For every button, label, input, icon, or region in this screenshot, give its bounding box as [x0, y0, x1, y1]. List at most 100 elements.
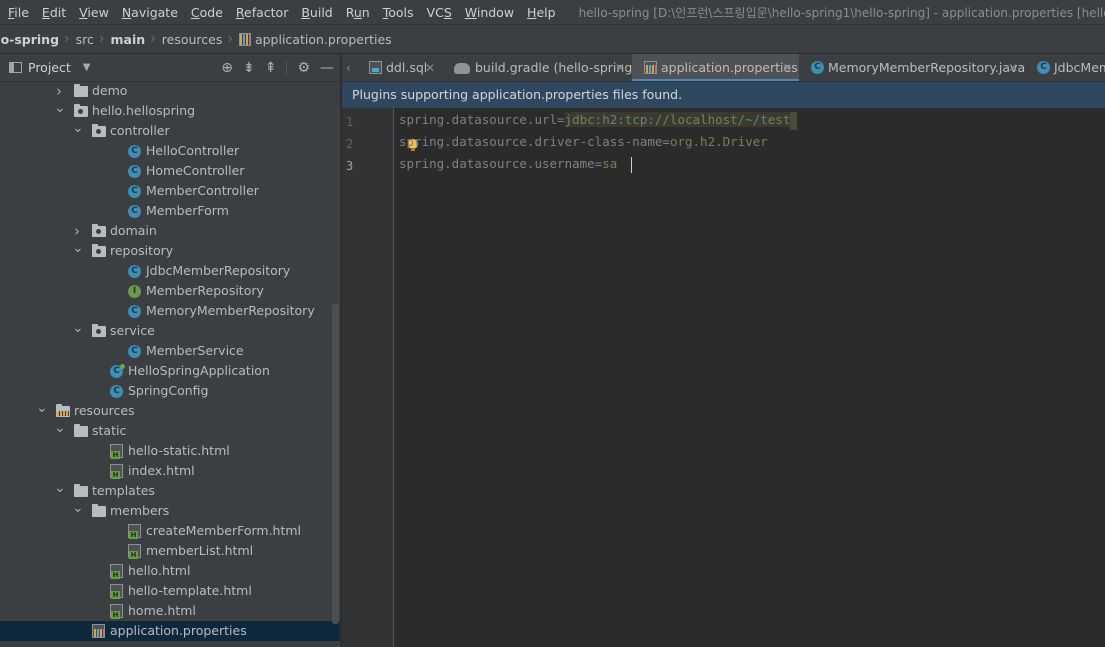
tabs-scroll-left-icon[interactable]: ‹: [346, 54, 351, 81]
tree-item-label: hello-static.html: [128, 443, 230, 458]
breadcrumb-item[interactable]: src: [76, 32, 94, 47]
menu-navigate[interactable]: Navigate: [114, 5, 183, 20]
tree-item[interactable]: C MemberService: [0, 341, 340, 361]
property-value: sa: [602, 156, 618, 171]
tab-label: build.gradle (hello-spring): [475, 60, 638, 75]
package-icon: [92, 224, 106, 237]
menu-help[interactable]: Help: [519, 5, 561, 20]
project-panel-header: Project ▼ ⊕ ⇟ ⇞ ⚙ —: [0, 54, 340, 82]
collapse-all-icon[interactable]: ⇟: [243, 60, 255, 76]
close-icon[interactable]: ✕: [782, 54, 792, 81]
resources-folder-icon: [56, 404, 70, 417]
tab-ddl-sql[interactable]: ddl.sql ✕: [357, 54, 442, 81]
tree-item[interactable]: C HelloController: [0, 141, 340, 161]
html-file-icon: [128, 544, 141, 559]
menu-edit[interactable]: Edit: [34, 5, 71, 20]
tree-item-label: MemberService: [146, 343, 244, 358]
window-title: hello-spring [D:\인프런\스프링입문\hello-spring1…: [578, 5, 1105, 20]
tree-item[interactable]: C HelloSpringApplication: [0, 361, 340, 381]
tree-item[interactable]: C JdbcMemberRepository: [0, 261, 340, 281]
chevron-down-icon[interactable]: ⌄: [54, 478, 66, 498]
tree-item[interactable]: ⌄ static: [0, 418, 340, 441]
tree-item-label: MemoryMemberRepository: [146, 303, 315, 318]
tree-item[interactable]: C MemberController: [0, 181, 340, 201]
code-editor[interactable]: spring.datasource.url=jdbc:h2:tcp://loca…: [394, 108, 1105, 647]
tab-jdbcmemberrepository-java[interactable]: C JdbcMemberRepository.java: [1025, 54, 1105, 81]
tree-item[interactable]: hello.html: [0, 561, 340, 581]
chevron-down-icon[interactable]: ⌄: [72, 118, 84, 138]
breadcrumb-item[interactable]: main: [111, 32, 146, 47]
chevron-down-icon[interactable]: ⌄: [54, 98, 66, 118]
menu-refactor[interactable]: Refactor: [228, 5, 293, 20]
chevron-down-icon[interactable]: ▼: [83, 62, 91, 73]
tree-item-label: createMemberForm.html: [146, 523, 302, 538]
tree-item[interactable]: hello-static.html: [0, 441, 340, 461]
menu-tools[interactable]: Tools: [375, 5, 419, 20]
tree-item[interactable]: application.properties: [0, 621, 340, 641]
tab-application-properties[interactable]: application.properties ✕: [632, 54, 799, 81]
tree-item[interactable]: › demo: [0, 81, 340, 101]
tab-build-gradle-hello-spring[interactable]: build.gradle (hello-spring) ✕: [442, 54, 637, 81]
tree-item[interactable]: index.html: [0, 461, 340, 481]
chevron-down-icon[interactable]: ⌄: [72, 238, 84, 258]
menu-run[interactable]: Run: [338, 5, 375, 20]
chevron-down-icon[interactable]: ⌄: [54, 418, 66, 438]
editor-tabs: ‹ ddl.sql ✕ build.gradle (hello-spring) ✕ ap…: [342, 54, 1105, 82]
menu-code[interactable]: Code: [183, 5, 228, 20]
project-panel-title[interactable]: Project: [28, 60, 71, 75]
tree-item[interactable]: ⌄ hello.hellospring: [0, 98, 340, 121]
menu-file[interactable]: File: [0, 5, 34, 20]
line-number: 3: [346, 159, 354, 173]
breadcrumb-item[interactable]: resources: [162, 32, 223, 47]
chevron-down-icon[interactable]: ⌄: [72, 498, 84, 518]
tree-item[interactable]: ⌄ controller: [0, 118, 340, 141]
code-line[interactable]: spring.datasource.username=sa: [399, 153, 617, 175]
breadcrumb-item[interactable]: llo-spring: [0, 32, 59, 47]
chevron-down-icon[interactable]: ⌄: [72, 318, 84, 338]
tree-item[interactable]: ⌄ service: [0, 318, 340, 341]
tree-item-label: MemberForm: [146, 203, 229, 218]
breadcrumb-item[interactable]: application.properties: [255, 32, 392, 47]
menu-build[interactable]: Build: [293, 5, 337, 20]
code-line[interactable]: spring.datasource.url=jdbc:h2:tcp://loca…: [399, 109, 798, 131]
close-icon[interactable]: ✕: [615, 54, 625, 81]
tree-item[interactable]: C HomeController: [0, 161, 340, 181]
project-icon: [9, 62, 22, 73]
plugin-notification-banner[interactable]: Plugins supporting application.propertie…: [342, 82, 1105, 108]
tree-item[interactable]: createMemberForm.html: [0, 521, 340, 541]
breadcrumb-separator-icon: ›: [98, 31, 105, 47]
tree-item-label: MemberController: [146, 183, 259, 198]
project-scrollbar[interactable]: [332, 304, 339, 624]
properties-file-icon: [238, 32, 251, 46]
tree-item[interactable]: ⌄ resources: [0, 398, 340, 421]
tree-item[interactable]: C MemoryMemberRepository: [0, 301, 340, 321]
minimize-icon[interactable]: —: [320, 60, 334, 76]
expand-all-icon[interactable]: ⇞: [265, 60, 277, 76]
tree-item[interactable]: ⌄ repository: [0, 238, 340, 261]
tree-item[interactable]: I MemberRepository: [0, 281, 340, 301]
tree-item[interactable]: C MemberForm: [0, 201, 340, 221]
toolbar-divider: [286, 60, 288, 75]
menu-window[interactable]: Window: [457, 5, 519, 20]
menu-view[interactable]: View: [71, 5, 114, 20]
close-icon[interactable]: ✕: [425, 54, 435, 81]
tree-item[interactable]: home.html: [0, 601, 340, 621]
locate-icon[interactable]: ⊕: [221, 60, 233, 76]
tree-item[interactable]: C SpringConfig: [0, 381, 340, 401]
gear-icon[interactable]: ⚙: [297, 60, 310, 76]
tree-item-label: HelloController: [146, 143, 240, 158]
tree-item-label: JdbcMemberRepository: [146, 263, 291, 278]
html-file-icon: [110, 444, 123, 459]
tree-item[interactable]: › domain: [0, 221, 340, 241]
code-line[interactable]: spring.datasource.driver-class-name=org.…: [399, 131, 768, 153]
tree-item[interactable]: ⌄ templates: [0, 478, 340, 501]
class-icon: C: [128, 345, 141, 358]
tab-memorymemberrepository-java[interactable]: C MemoryMemberRepository.java ✕: [799, 54, 1025, 81]
tree-item[interactable]: ⌄ members: [0, 498, 340, 521]
tree-item-label: MemberRepository: [146, 283, 264, 298]
tree-item[interactable]: memberList.html: [0, 541, 340, 561]
menu-vcs[interactable]: VCS: [419, 5, 457, 20]
close-icon[interactable]: ✕: [1008, 54, 1018, 81]
tree-item[interactable]: hello-template.html: [0, 581, 340, 601]
chevron-down-icon[interactable]: ⌄: [36, 398, 48, 418]
